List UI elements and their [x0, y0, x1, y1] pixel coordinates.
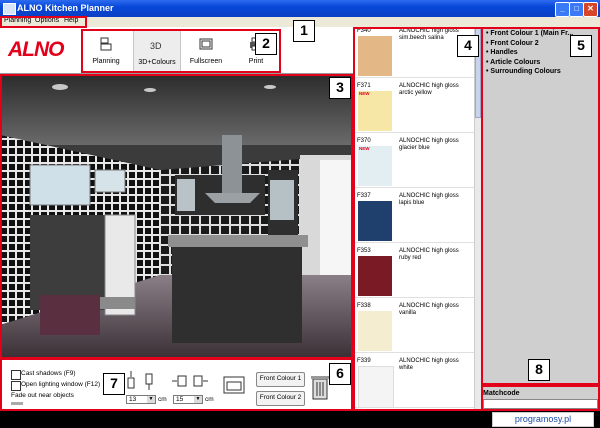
- callout-1: 1: [293, 20, 315, 42]
- annotation-box-toolbar: [81, 29, 281, 73]
- callout-8: 8: [528, 359, 550, 381]
- callout-3: 3: [329, 77, 351, 99]
- annotation-box-categories: [481, 27, 600, 385]
- close-button[interactable]: ✕: [583, 2, 598, 17]
- annotation-box-menu: [0, 16, 87, 28]
- annotation-box-scene: [0, 74, 353, 359]
- callout-2: 2: [255, 33, 277, 55]
- footer-bar: programosy.pl: [0, 411, 600, 428]
- title-bar: ALNO Kitchen Planner _ □ ✕: [0, 0, 600, 17]
- annotation-box-options: [0, 358, 353, 411]
- alno-logo: ALNO: [8, 38, 65, 61]
- app-icon: [3, 3, 16, 15]
- callout-7: 7: [103, 373, 125, 395]
- window-title: ALNO Kitchen Planner: [17, 3, 114, 13]
- callout-6: 6: [329, 363, 351, 385]
- watermark: programosy.pl: [492, 412, 594, 427]
- minimize-button[interactable]: _: [555, 2, 570, 17]
- annotation-box-matchcode: [481, 385, 600, 411]
- annotation-box-swatches: [353, 27, 483, 411]
- maximize-button[interactable]: □: [569, 2, 584, 17]
- callout-4: 4: [457, 35, 479, 57]
- callout-5: 5: [570, 35, 592, 57]
